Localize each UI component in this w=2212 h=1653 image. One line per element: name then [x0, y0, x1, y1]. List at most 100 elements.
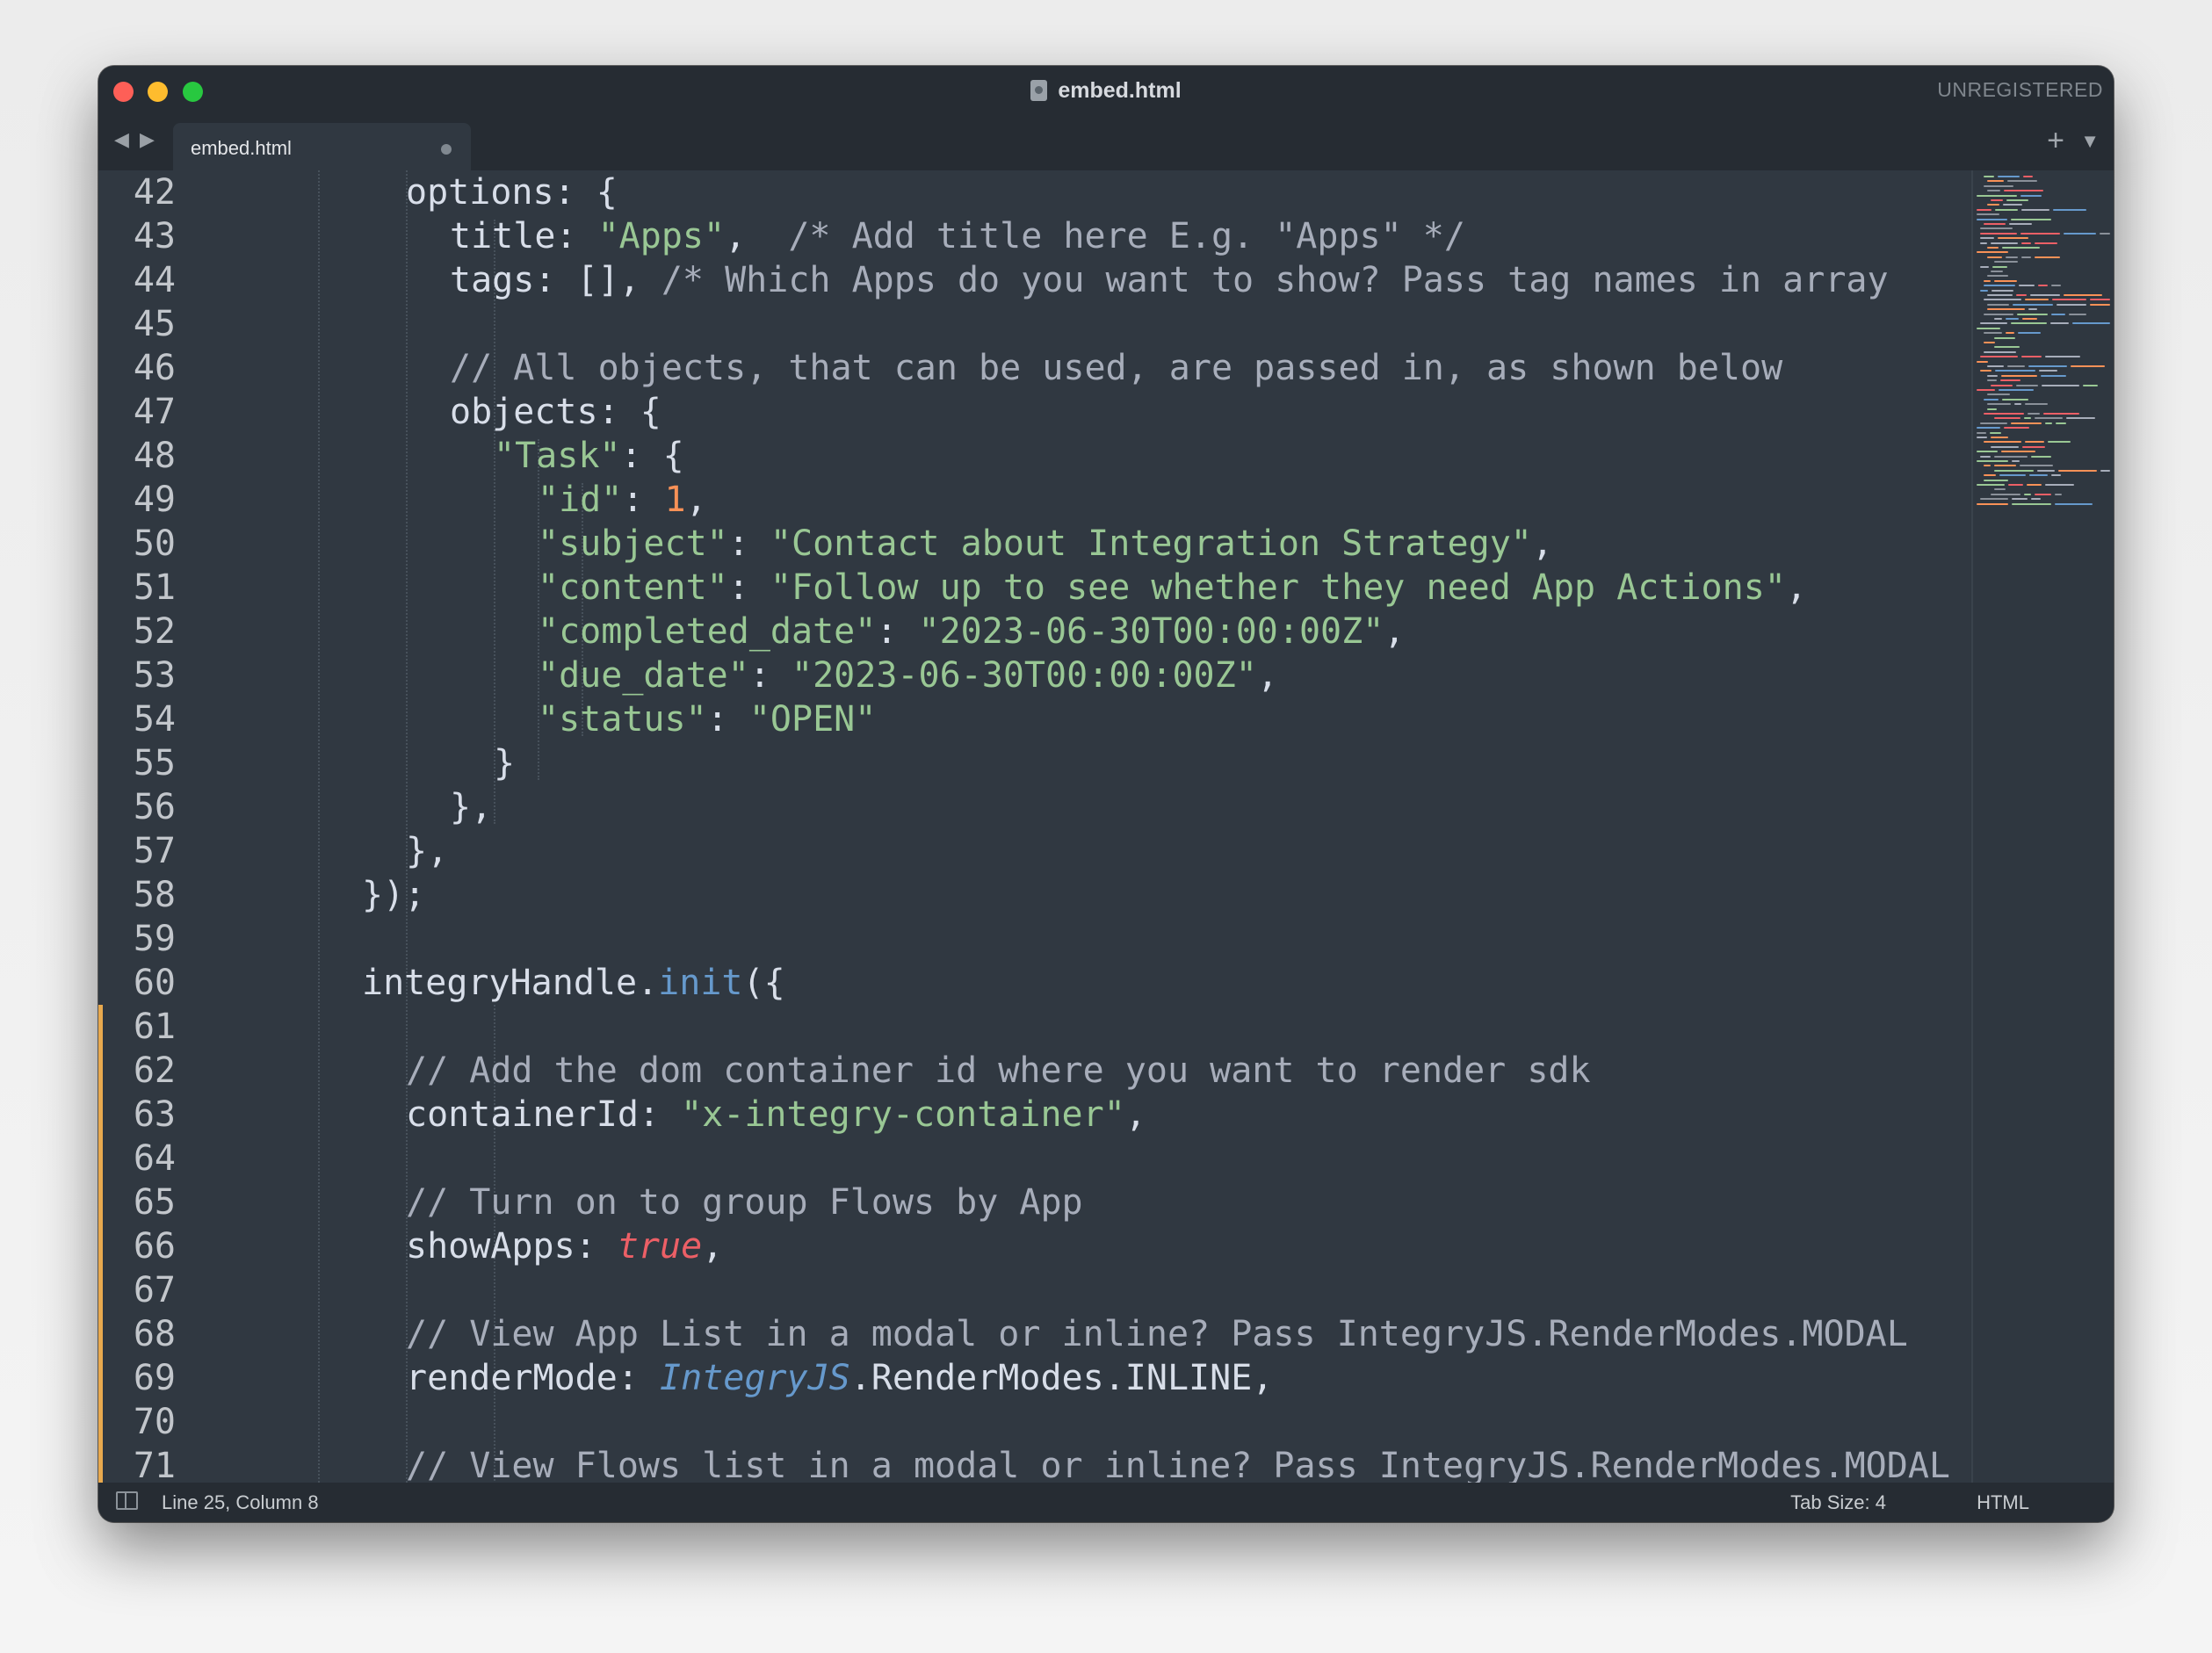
minimap-stroke [2020, 232, 2060, 235]
code-line[interactable]: "content": "Follow up to see whether the… [538, 566, 1807, 610]
tab-forward-arrow-icon[interactable]: ▶ [140, 128, 155, 151]
minimap-stroke [1980, 242, 1987, 244]
minimap-stroke [2031, 498, 2041, 501]
minimap-stroke [2021, 256, 2031, 258]
toggle-panel-icon[interactable] [116, 1491, 138, 1510]
minimap-stroke [1980, 322, 2007, 325]
code-line[interactable]: "subject": "Contact about Integration St… [538, 522, 1553, 566]
minimap-stroke [2030, 294, 2060, 296]
code-line[interactable]: title: "Apps", /* Add title here E.g. "A… [450, 214, 1465, 258]
minimap-stroke [1984, 279, 1991, 282]
minimap-stroke [2027, 484, 2042, 486]
code-token-class: IntegryJS [659, 1358, 850, 1398]
code-line[interactable]: tags: [], /* Which Apps do you want to s… [450, 258, 1889, 302]
code-line[interactable]: showApps: true, [406, 1224, 723, 1268]
code-line[interactable]: integryHandle.init({ [362, 961, 785, 1005]
code-token-string: "Contact about Integration Strategy" [770, 523, 1532, 564]
minimap-stroke [2066, 417, 2095, 420]
minimap-stroke [2083, 384, 2098, 386]
code-line[interactable]: objects: { [450, 390, 661, 434]
code-token-string: "status" [538, 699, 707, 740]
minimap-stroke [1994, 336, 2015, 339]
minimap-stroke [2051, 285, 2061, 287]
minimap-stroke [1984, 285, 2015, 287]
minimap-stroke [1980, 498, 2008, 501]
code-line[interactable]: "completed_date": "2023-06-30T00:00:00Z"… [538, 610, 1405, 653]
code-token-string: "Follow up to see whether they need App … [770, 567, 1786, 608]
code-line[interactable]: }); [362, 873, 425, 917]
code-token-func: init [658, 963, 743, 1003]
minimap-stroke [1994, 469, 2034, 472]
minimap-stroke [1994, 261, 2018, 263]
code-token-comment: /* Which Apps do you want to show? Pass … [661, 260, 1889, 300]
minimap-stroke [1984, 342, 1995, 343]
minimap-stroke [1994, 318, 2002, 320]
new-tab-plus-icon[interactable]: + [2047, 125, 2064, 156]
minimap-stroke [2007, 180, 2037, 183]
minimap-stroke [1977, 431, 1986, 434]
code-line[interactable]: containerId: "x-integry-container", [406, 1093, 1146, 1137]
minimap-stroke [1987, 374, 1998, 377]
minimap-stroke [1984, 398, 1999, 401]
code-line[interactable]: // View Flows list in a modal or inline?… [406, 1444, 1950, 1483]
code-editor[interactable]: 42 43 44 45 46 47 48 49 50 51 52 53 54 55 56 57 58 59 60 61… [98, 170, 2114, 1483]
code-line[interactable]: // All objects, that can be used, are pa… [450, 346, 1782, 390]
code-token-plain: , [1256, 655, 1278, 696]
code-line[interactable]: "id": 1, [538, 478, 707, 522]
code-token-comment: /* Add title here E.g. "Apps" */ [788, 216, 1465, 256]
minimap-stroke [1984, 441, 2021, 444]
minimap-stroke [2017, 313, 2048, 315]
minimap-stroke [1984, 176, 1994, 177]
code-line[interactable]: options: { [406, 170, 618, 214]
tab-menu-triangle-icon[interactable]: ▼ [2080, 130, 2100, 153]
code-token-plain: }); [362, 875, 426, 915]
minimap[interactable] [1971, 170, 2114, 1483]
minimap-stroke [1994, 417, 2020, 420]
code-area[interactable]: options: {title: "Apps", /* Add title he… [98, 170, 1971, 1483]
minimap-stroke [2021, 356, 2042, 358]
unsaved-dot-icon[interactable] [441, 144, 452, 155]
minimap-stroke [2090, 299, 2110, 301]
minimap-stroke [2056, 422, 2066, 424]
code-token-number: 1 [664, 480, 686, 520]
code-line[interactable]: "Task": { [494, 434, 684, 478]
code-line[interactable]: // Turn on to group Flows by App [406, 1180, 1083, 1224]
minimap-stroke [1980, 265, 1989, 268]
minimap-stroke [2021, 208, 2049, 211]
code-token-plain: options: { [406, 172, 618, 213]
code-line[interactable]: // View App List in a modal or inline? P… [406, 1312, 1908, 1356]
minimap-stroke [1987, 379, 1997, 382]
code-line[interactable]: } [494, 741, 515, 785]
tab-size-selector[interactable]: Tab Size: 4 [1790, 1491, 1886, 1514]
minimap-stroke [1987, 256, 2002, 258]
minimap-stroke [1990, 431, 2001, 434]
code-line[interactable]: }, [450, 785, 492, 829]
indent-guide [318, 170, 320, 1483]
code-line[interactable]: // Add the dom container id where you wa… [406, 1049, 1591, 1093]
minimap-stroke [2001, 451, 2035, 453]
minimap-stroke [1984, 223, 2006, 225]
minimap-stroke [2055, 502, 2093, 505]
minimap-stroke [2014, 403, 2021, 406]
minimap-stroke [1991, 242, 2018, 244]
code-line[interactable]: }, [406, 829, 448, 873]
minimap-stroke [2011, 322, 2047, 325]
tab-embed-html[interactable]: embed.html [173, 123, 471, 170]
code-line[interactable]: "due_date": "2023-06-30T00:00:00Z", [538, 653, 1278, 697]
tab-back-arrow-icon[interactable]: ◀ [114, 128, 129, 151]
minimap-stroke [2009, 223, 2032, 225]
code-line[interactable]: renderMode: IntegryJS.RenderModes.INLINE… [406, 1356, 1273, 1400]
minimap-stroke [2006, 199, 2028, 201]
syntax-selector[interactable]: HTML [1977, 1491, 2029, 1514]
cursor-position[interactable]: Line 25, Column 8 [162, 1491, 319, 1514]
minimap-stroke [1977, 251, 2008, 254]
code-token-string: "x-integry-container" [681, 1094, 1125, 1135]
minimap-stroke [2004, 427, 2029, 429]
status-bar: Line 25, Column 8 Tab Size: 4 HTML [98, 1483, 2114, 1522]
code-token-plain: renderMode: [406, 1358, 660, 1398]
minimap-stroke [2045, 484, 2074, 486]
code-token-comment: // All objects, that can be used, are pa… [450, 348, 1783, 388]
code-token-plain: : [876, 611, 919, 652]
code-line[interactable]: "status": "OPEN" [538, 697, 876, 741]
minimap-stroke [1994, 346, 2020, 349]
